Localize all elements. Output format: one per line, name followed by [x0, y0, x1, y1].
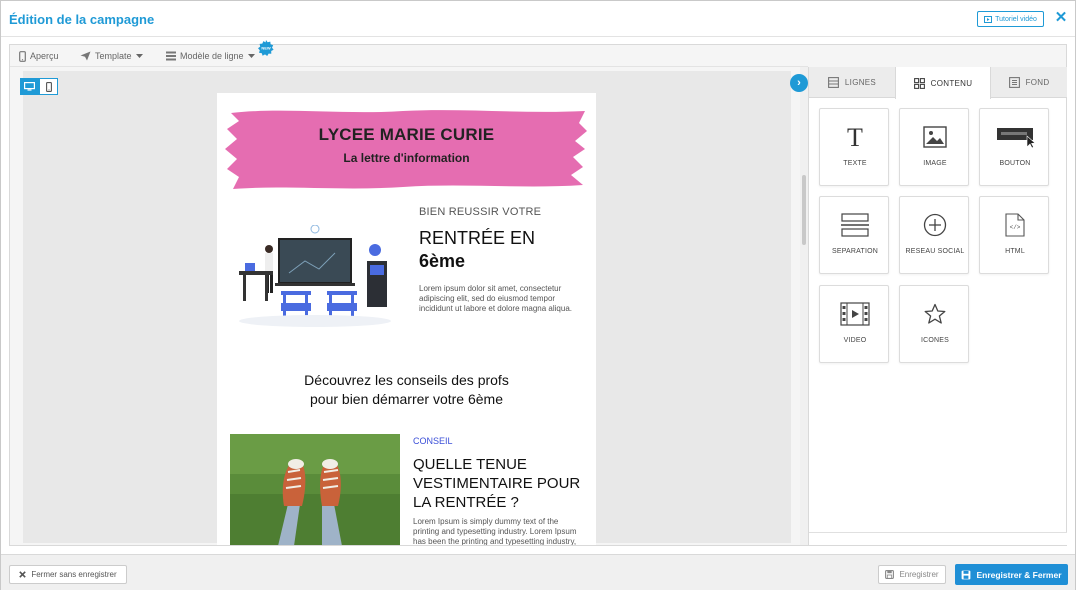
- tab-lignes-label: LIGNES: [844, 78, 877, 87]
- block-separation-label: SEPARATION: [831, 248, 879, 255]
- panel-tabs: LIGNES CONTENU FOND: [809, 67, 1067, 99]
- video-icon: [820, 298, 890, 330]
- block-texte-label: TEXTE: [843, 160, 867, 167]
- text-icon: T: [820, 121, 890, 153]
- page-title: Édition de la campagne: [9, 12, 155, 27]
- editor-header: Édition de la campagne Tutoriel vidéo ✕: [1, 1, 1075, 37]
- block-bouton[interactable]: BOUTON: [979, 108, 1049, 186]
- email-preview[interactable]: LYCEE MARIE CURIE La lettre d'informatio…: [217, 93, 596, 545]
- desktop-icon: [24, 82, 35, 91]
- rows-icon: [827, 77, 839, 88]
- discover-line2: pour bien démarrer votre 6ème: [310, 391, 503, 407]
- block-icones-label: ICONES: [920, 337, 950, 344]
- block-image[interactable]: IMAGE: [899, 108, 969, 186]
- mobile-view-button[interactable]: [39, 78, 58, 95]
- floppy-icon: [962, 570, 971, 579]
- row-model-label: Modèle de ligne: [180, 51, 244, 61]
- tab-contenu-label: CONTENU: [930, 78, 973, 88]
- block-html-label: HTML: [1005, 248, 1025, 255]
- video-tutorial-icon: [984, 15, 993, 23]
- article1-kicker: BIEN REUSSIR VOTRE: [419, 206, 542, 218]
- row-model-menu[interactable]: Modèle de ligne: [166, 49, 255, 63]
- article2-body: Lorem Ipsum is simply dummy text of the …: [413, 517, 577, 545]
- caret-down-icon: [247, 53, 255, 58]
- save-and-close-button[interactable]: Enregistrer & Fermer: [955, 564, 1068, 585]
- tutorial-video-label: Tutoriel vidéo: [995, 15, 1037, 23]
- collapse-panel-button[interactable]: ›: [790, 74, 808, 92]
- article1-body: Lorem ipsum dolor sit amet, consectetur …: [419, 284, 572, 313]
- block-image-label: IMAGE: [923, 160, 947, 167]
- block-reseau-social-label: RESEAU SOCIAL: [905, 248, 965, 255]
- block-separation[interactable]: SEPARATION: [819, 196, 889, 274]
- tab-fond-label: FOND: [1025, 78, 1050, 87]
- rows-icon: [166, 51, 176, 61]
- floppy-icon: [885, 570, 895, 579]
- block-texte[interactable]: T TEXTE: [819, 108, 889, 186]
- article1-title: RENTRÉE EN 6ème: [419, 227, 589, 273]
- editor-toolbar: Aperçu Template Modèle de ligne NEW: [10, 40, 808, 67]
- save-button[interactable]: Enregistrer: [878, 565, 946, 584]
- article1-title-line1: RENTRÉE EN: [419, 228, 536, 248]
- svg-text:</>: </>: [1010, 224, 1021, 231]
- sneakers-photo: [230, 434, 400, 545]
- new-badge-icon: NEW: [258, 40, 274, 56]
- image-icon: [900, 121, 970, 153]
- mobile-icon: [19, 50, 26, 62]
- tutorial-video-button[interactable]: Tutoriel vidéo: [977, 11, 1044, 27]
- html-file-icon: </>: [980, 209, 1050, 241]
- discover-line1: Découvrez les conseils des profs: [304, 372, 509, 388]
- tab-lignes[interactable]: LIGNES: [809, 67, 895, 98]
- discover-text: Découvrez les conseils des profs pour bi…: [217, 371, 596, 409]
- tab-fond[interactable]: FOND: [991, 67, 1067, 98]
- device-toggle: [20, 78, 58, 95]
- preview-label: Aperçu: [30, 51, 59, 61]
- pink-brush-stroke: [225, 110, 587, 189]
- block-video-label: VIDEO: [843, 337, 867, 344]
- editor-footer: Fermer sans enregistrer Enregistrer Enre…: [1, 554, 1075, 590]
- content-panel: LIGNES CONTENU FOND T TEXTE IMAGE BOUTON…: [808, 67, 1067, 545]
- star-icon: [900, 298, 970, 330]
- canvas-scrollbar-track[interactable]: [800, 67, 808, 545]
- article2-title: QUELLE TENUE VESTIMENTAIRE POUR LA RENTR…: [413, 456, 581, 511]
- paper-plane-icon: [80, 51, 91, 61]
- mobile-icon: [45, 81, 52, 92]
- block-reseau-social[interactable]: RESEAU SOCIAL: [899, 196, 969, 274]
- block-html[interactable]: </> HTML: [979, 196, 1049, 274]
- classroom-illustration: [239, 225, 391, 327]
- save-and-close-label: Enregistrer & Fermer: [976, 569, 1062, 580]
- block-video[interactable]: VIDEO: [819, 285, 889, 363]
- close-icon: [19, 571, 27, 578]
- desktop-view-button[interactable]: [20, 78, 39, 95]
- tab-contenu[interactable]: CONTENU: [895, 67, 991, 99]
- panel-bottom-bar: [809, 532, 1067, 545]
- template-label: Template: [95, 51, 132, 61]
- block-icones[interactable]: ICONES: [899, 285, 969, 363]
- canvas-scrollbar-thumb[interactable]: [802, 175, 806, 245]
- button-icon: [980, 121, 1050, 153]
- svg-text:NEW: NEW: [261, 46, 271, 51]
- close-without-saving-button[interactable]: Fermer sans enregistrer: [9, 565, 127, 584]
- background-icon: [1008, 77, 1020, 88]
- newsletter-title: LYCEE MARIE CURIE: [318, 125, 495, 144]
- block-bouton-label: BOUTON: [999, 160, 1031, 167]
- campaign-editor-window: Édition de la campagne Tutoriel vidéo ✕ …: [0, 0, 1076, 590]
- article2-kicker: CONSEIL: [413, 436, 453, 446]
- svg-text:T: T: [847, 124, 863, 150]
- caret-down-icon: [135, 53, 143, 58]
- close-without-saving-label: Fermer sans enregistrer: [31, 570, 117, 579]
- divider-icon: [820, 209, 890, 241]
- template-menu[interactable]: Template: [80, 49, 143, 63]
- newsletter-subtitle: La lettre d'information: [343, 151, 470, 165]
- grid-icon: [913, 77, 925, 89]
- save-label: Enregistrer: [899, 570, 939, 579]
- close-icon[interactable]: ✕: [1053, 9, 1069, 27]
- plus-circle-icon: [900, 209, 970, 241]
- preview-button[interactable]: Aperçu: [19, 49, 59, 63]
- article1-title-line2: 6ème: [419, 251, 466, 271]
- editor-main: Aperçu Template Modèle de ligne NEW LYCE…: [9, 40, 1067, 546]
